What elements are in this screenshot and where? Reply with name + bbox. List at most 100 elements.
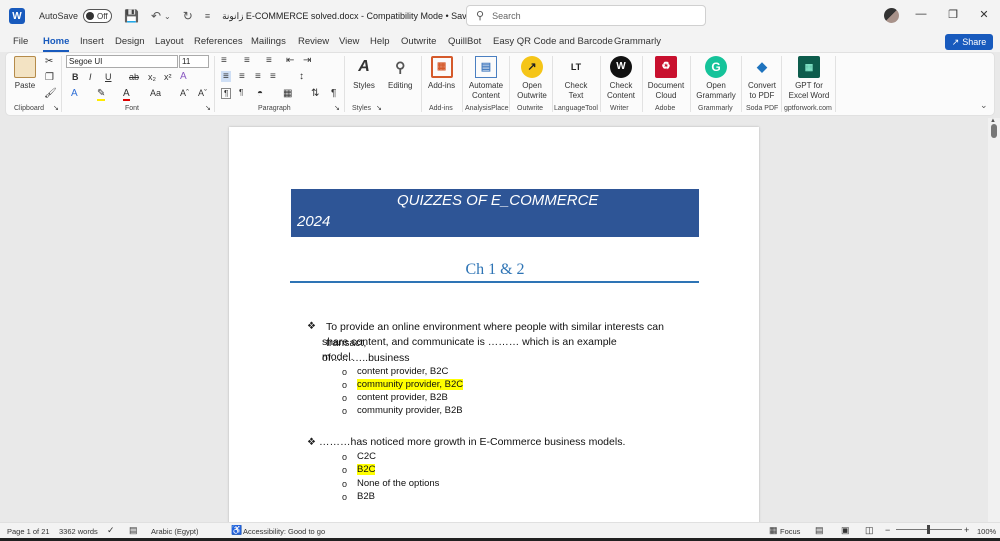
focus-button[interactable]: Focus bbox=[780, 527, 800, 536]
circle-bullet-icon: o bbox=[342, 492, 348, 502]
tab-view[interactable]: View bbox=[339, 36, 359, 47]
gpt-for-excel-word-button[interactable]: ▦ GPT for Excel Word bbox=[787, 56, 831, 101]
align-left-icon[interactable]: ≡ bbox=[221, 71, 231, 82]
convert-to-pdf-button[interactable]: ◆ Convert to PDF bbox=[746, 56, 778, 101]
read-mode-icon[interactable]: ▤ bbox=[815, 525, 824, 536]
align-right-icon[interactable]: ≡ bbox=[255, 71, 261, 82]
chevron-down-icon[interactable]: ⌄ bbox=[164, 12, 171, 21]
styles-button[interactable]: A Styles bbox=[353, 56, 375, 91]
font-size-box[interactable]: 11 bbox=[179, 55, 209, 68]
bold-icon[interactable]: B bbox=[72, 72, 79, 82]
open-outwrite-button[interactable]: ↗ Open Outwrite bbox=[515, 56, 549, 101]
strikethrough-icon[interactable]: ab bbox=[129, 72, 139, 82]
search-input[interactable] bbox=[492, 10, 693, 21]
open-outwrite-label: Open Outwrite bbox=[517, 81, 547, 100]
highlight-icon[interactable]: ✎ bbox=[97, 88, 106, 101]
dialog-launcher-icon[interactable]: ↘ bbox=[53, 104, 59, 112]
check-content-button[interactable]: W Check Content bbox=[604, 56, 638, 101]
line-spacing-icon[interactable]: ↕ bbox=[299, 71, 304, 82]
tab-references[interactable]: References bbox=[194, 36, 243, 47]
bullets-icon[interactable]: ≡ bbox=[221, 55, 227, 66]
word-count[interactable]: 3362 words bbox=[59, 527, 98, 536]
tab-grammarly[interactable]: Grammarly bbox=[614, 36, 661, 47]
text-effects-icon[interactable]: A bbox=[71, 88, 78, 99]
share-button[interactable]: ↗ Share bbox=[945, 34, 993, 50]
print-layout-icon[interactable]: ▣ bbox=[841, 525, 850, 536]
italic-icon[interactable]: I bbox=[89, 72, 92, 82]
gpt-icon: ▦ bbox=[798, 56, 820, 78]
ltr-icon[interactable]: ¶ bbox=[221, 88, 232, 99]
chapter-title: Ch 1 & 2 bbox=[465, 261, 525, 278]
align-center-icon[interactable]: ≡ bbox=[239, 71, 245, 82]
editing-button[interactable]: ⚲ Editing bbox=[388, 56, 412, 91]
tab-home[interactable]: Home bbox=[43, 36, 70, 52]
zoom-level[interactable]: 100% bbox=[977, 527, 996, 536]
tab-design[interactable]: Design bbox=[115, 36, 145, 47]
subscript-icon[interactable]: x₂ bbox=[148, 72, 156, 82]
cut-icon[interactable]: ✂ bbox=[45, 56, 53, 67]
zoom-out-icon[interactable]: − bbox=[885, 525, 890, 535]
copy-icon[interactable]: ❐ bbox=[45, 72, 54, 83]
tab-help[interactable]: Help bbox=[370, 36, 390, 47]
undo-icon[interactable]: ↶ bbox=[151, 9, 161, 23]
tab-quillbot[interactable]: QuillBot bbox=[448, 36, 481, 47]
search-box[interactable]: ⚲ bbox=[466, 5, 706, 26]
vertical-scrollbar[interactable] bbox=[988, 118, 1000, 522]
scroll-thumb[interactable] bbox=[991, 124, 997, 138]
numbering-icon[interactable]: ≡ bbox=[244, 55, 250, 66]
decrease-indent-icon[interactable]: ⇤ bbox=[286, 55, 294, 66]
tab-file[interactable]: File bbox=[13, 36, 28, 47]
font-color-icon[interactable]: A bbox=[123, 88, 130, 101]
multilevel-list-icon[interactable]: ≡ bbox=[266, 55, 272, 66]
dialog-launcher-icon[interactable]: ↘ bbox=[376, 104, 382, 112]
page-count[interactable]: Page 1 of 21 bbox=[7, 527, 50, 536]
separator bbox=[509, 56, 510, 112]
tab-insert[interactable]: Insert bbox=[80, 36, 104, 47]
addins-button[interactable]: ▦ Add-ins bbox=[428, 56, 455, 91]
group-label-styles: Styles bbox=[352, 105, 372, 112]
automate-content-button[interactable]: ▤ Automate Content bbox=[467, 56, 505, 101]
clear-formatting-icon[interactable]: A bbox=[180, 71, 187, 82]
borders-icon[interactable]: ▦ bbox=[283, 88, 292, 99]
justify-icon[interactable]: ≡ bbox=[270, 71, 276, 82]
web-layout-icon[interactable]: ◫ bbox=[865, 525, 874, 536]
tab-easy-qr[interactable]: Easy QR Code and Barcode bbox=[493, 36, 613, 47]
dialog-launcher-icon[interactable]: ↘ bbox=[205, 104, 211, 112]
tab-review[interactable]: Review bbox=[298, 36, 329, 47]
zoom-in-icon[interactable]: + bbox=[964, 525, 969, 535]
proofing-icon[interactable]: ✓ bbox=[107, 525, 115, 536]
dialog-launcher-icon[interactable]: ↘ bbox=[334, 104, 340, 112]
font-name-box[interactable]: Segoe UI bbox=[66, 55, 178, 68]
accessibility-status[interactable]: Accessibility: Good to go bbox=[243, 527, 325, 536]
check-text-button[interactable]: LT Check Text bbox=[560, 56, 592, 101]
chevron-down-icon[interactable]: ⌄ bbox=[980, 100, 988, 111]
show-marks-icon[interactable]: ¶ bbox=[331, 88, 336, 99]
autosave-toggle[interactable]: Off bbox=[83, 9, 113, 23]
language-status[interactable]: Arabic (Egypt) bbox=[151, 527, 199, 536]
close-icon[interactable]: ✕ bbox=[976, 8, 992, 21]
tab-outwrite[interactable]: Outwrite bbox=[401, 36, 436, 47]
tab-layout[interactable]: Layout bbox=[155, 36, 184, 47]
save-icon[interactable]: 💾 bbox=[124, 9, 139, 23]
superscript-icon[interactable]: x² bbox=[164, 72, 172, 82]
sort-icon[interactable]: ⇅ bbox=[311, 88, 319, 99]
underline-icon[interactable]: U bbox=[105, 72, 112, 82]
zoom-slider-thumb[interactable] bbox=[927, 525, 930, 534]
tab-mailings[interactable]: Mailings bbox=[251, 36, 286, 47]
minimize-icon[interactable]: — bbox=[913, 8, 929, 20]
redo-icon[interactable]: ↻ bbox=[183, 9, 193, 23]
restore-icon[interactable]: ❐ bbox=[945, 8, 961, 21]
paste-button[interactable]: Paste bbox=[14, 56, 36, 91]
format-painter-icon[interactable]: 🖌 bbox=[44, 88, 57, 99]
increase-indent-icon[interactable]: ⇥ bbox=[303, 55, 311, 66]
shading-icon[interactable]: ◓ bbox=[257, 88, 263, 99]
grow-font-icon[interactable]: Aˆ bbox=[180, 88, 189, 98]
document-title[interactable]: زانونة E-COMMERCE solved.docx - Compatib… bbox=[222, 11, 477, 22]
document-cloud-button[interactable]: ♻ Document Cloud bbox=[646, 56, 686, 101]
open-grammarly-button[interactable]: G Open Grammarly bbox=[694, 56, 738, 101]
rtl-icon[interactable]: ¶ bbox=[239, 88, 243, 97]
change-case-icon[interactable]: Aa bbox=[150, 88, 161, 98]
shrink-font-icon[interactable]: Aˇ bbox=[198, 88, 207, 98]
customize-toolbar-icon[interactable]: ≡ bbox=[205, 11, 210, 21]
avatar[interactable] bbox=[884, 8, 899, 23]
